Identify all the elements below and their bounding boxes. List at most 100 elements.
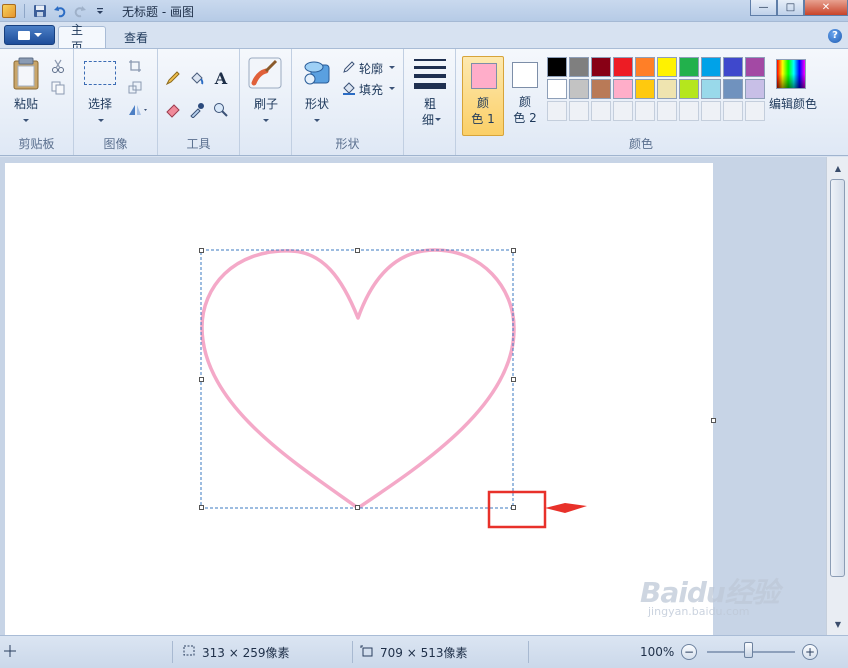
status-separator xyxy=(172,641,173,663)
group-label-clipboard: 剪贴板 xyxy=(18,137,55,151)
undo-icon[interactable] xyxy=(51,3,69,19)
group-tools: A 工具 xyxy=(158,49,240,155)
ribbon: 粘贴 剪贴板 选择 图像 A 工具 刷子 形状 轮廓 填充 形状 粗 细 颜 色… xyxy=(0,48,848,156)
custom-color-slot[interactable] xyxy=(635,101,655,121)
vertical-scrollbar[interactable]: ▲ ▼ xyxy=(826,157,848,635)
magnifier-icon[interactable] xyxy=(212,101,230,119)
eraser-icon[interactable] xyxy=(164,101,182,119)
tab-view[interactable]: 查看 xyxy=(112,26,160,48)
customize-qat-icon[interactable] xyxy=(91,3,109,19)
palette-swatch[interactable] xyxy=(613,79,633,99)
drawing-canvas[interactable] xyxy=(5,163,713,635)
palette-swatch[interactable] xyxy=(591,79,611,99)
palette-swatch[interactable] xyxy=(657,57,677,77)
outline-button[interactable]: 轮廓 xyxy=(359,60,383,77)
minimize-button[interactable]: — xyxy=(750,0,777,16)
size-dropdown-icon[interactable] xyxy=(435,118,441,121)
scroll-thumb[interactable] xyxy=(830,179,845,577)
zoom-slider-thumb[interactable] xyxy=(744,642,753,658)
color-picker-icon[interactable] xyxy=(188,101,206,119)
crosshair-icon xyxy=(4,644,16,660)
resize-handle-ml[interactable] xyxy=(199,377,204,382)
custom-color-slot[interactable] xyxy=(591,101,611,121)
resize-handle-bl[interactable] xyxy=(199,505,204,510)
resize-handle-tl[interactable] xyxy=(199,248,204,253)
zoom-out-button[interactable]: − xyxy=(681,644,697,660)
palette-swatch[interactable] xyxy=(679,57,699,77)
select-dropdown-icon[interactable] xyxy=(98,119,104,122)
maximize-button[interactable]: □ xyxy=(777,0,804,16)
shapes-button[interactable]: 形状 xyxy=(297,95,337,112)
outline-dropdown-icon[interactable] xyxy=(389,66,395,69)
copy-icon[interactable] xyxy=(49,79,67,97)
fill-bucket-icon[interactable] xyxy=(188,69,206,87)
rotate-icon[interactable] xyxy=(126,101,150,119)
tab-home[interactable]: 主页 xyxy=(58,23,106,54)
palette-swatch[interactable] xyxy=(635,79,655,99)
select-button[interactable]: 选择 xyxy=(80,95,120,112)
fill-button[interactable]: 填充 xyxy=(359,81,383,98)
custom-color-slot[interactable] xyxy=(547,101,567,121)
cut-icon[interactable] xyxy=(49,57,67,75)
palette-swatch[interactable] xyxy=(745,79,765,99)
paint-app-icon[interactable] xyxy=(2,4,16,18)
palette-swatch[interactable] xyxy=(745,57,765,77)
scroll-up-icon[interactable]: ▲ xyxy=(831,161,845,175)
resize-handle-bm[interactable] xyxy=(355,505,360,510)
canvas-workspace: Baidu经验 jingyan.baidu.com xyxy=(0,157,826,635)
paste-dropdown-icon[interactable] xyxy=(23,119,29,122)
size-label-line2[interactable]: 细 xyxy=(408,111,448,128)
custom-color-slot[interactable] xyxy=(723,101,743,121)
palette-swatch[interactable] xyxy=(657,79,677,99)
pencil-icon[interactable] xyxy=(164,69,182,87)
palette-swatch[interactable] xyxy=(613,57,633,77)
group-image: 选择 图像 xyxy=(74,49,158,155)
close-button[interactable]: ✕ xyxy=(804,0,848,16)
canvas-resize-handle-right[interactable] xyxy=(711,418,716,423)
custom-color-slot[interactable] xyxy=(613,101,633,121)
palette-swatch[interactable] xyxy=(547,57,567,77)
highlight-box xyxy=(487,490,547,529)
custom-color-slot[interactable] xyxy=(569,101,589,121)
palette-swatch[interactable] xyxy=(569,79,589,99)
redo-icon[interactable] xyxy=(71,3,89,19)
custom-color-slot[interactable] xyxy=(657,101,677,121)
palette-swatch[interactable] xyxy=(723,79,743,99)
custom-color-slot[interactable] xyxy=(701,101,721,121)
brushes-button[interactable]: 刷子 xyxy=(246,95,286,112)
color1-selector[interactable]: 颜色 1 xyxy=(462,56,504,136)
heart-shape xyxy=(200,248,516,510)
palette-swatch[interactable] xyxy=(679,79,699,99)
custom-color-slot[interactable] xyxy=(679,101,699,121)
crop-icon[interactable] xyxy=(126,57,144,75)
palette-swatch[interactable] xyxy=(635,57,655,77)
paint-menu-button[interactable] xyxy=(4,25,55,45)
resize-icon[interactable] xyxy=(126,79,144,97)
size-label-line1[interactable]: 粗 xyxy=(410,95,450,112)
paste-button[interactable]: 粘贴 xyxy=(6,95,46,112)
zoom-in-button[interactable]: + xyxy=(802,644,818,660)
group-size: 粗 细 xyxy=(404,49,456,155)
text-tool-icon[interactable]: A xyxy=(212,69,230,88)
resize-handle-mr[interactable] xyxy=(511,377,516,382)
heart-drawing xyxy=(200,248,587,529)
resize-handle-br[interactable] xyxy=(511,505,516,510)
palette-swatch[interactable] xyxy=(569,57,589,77)
palette-swatch[interactable] xyxy=(701,57,721,77)
brushes-dropdown-icon[interactable] xyxy=(263,119,269,122)
shapes-dropdown-icon[interactable] xyxy=(314,119,320,122)
edit-colors-button[interactable]: 编辑颜色 xyxy=(766,95,820,112)
resize-handle-tm[interactable] xyxy=(355,248,360,253)
help-icon[interactable]: ? xyxy=(828,29,842,43)
resize-handle-tr[interactable] xyxy=(511,248,516,253)
quick-access-toolbar xyxy=(0,2,111,20)
palette-swatch[interactable] xyxy=(591,57,611,77)
save-icon[interactable] xyxy=(31,3,49,19)
scroll-down-icon[interactable]: ▼ xyxy=(831,617,845,631)
palette-swatch[interactable] xyxy=(701,79,721,99)
palette-swatch[interactable] xyxy=(547,79,567,99)
color2-selector[interactable]: 颜色 2 xyxy=(504,56,546,136)
fill-dropdown-icon[interactable] xyxy=(389,87,395,90)
custom-color-slot[interactable] xyxy=(745,101,765,121)
palette-swatch[interactable] xyxy=(723,57,743,77)
